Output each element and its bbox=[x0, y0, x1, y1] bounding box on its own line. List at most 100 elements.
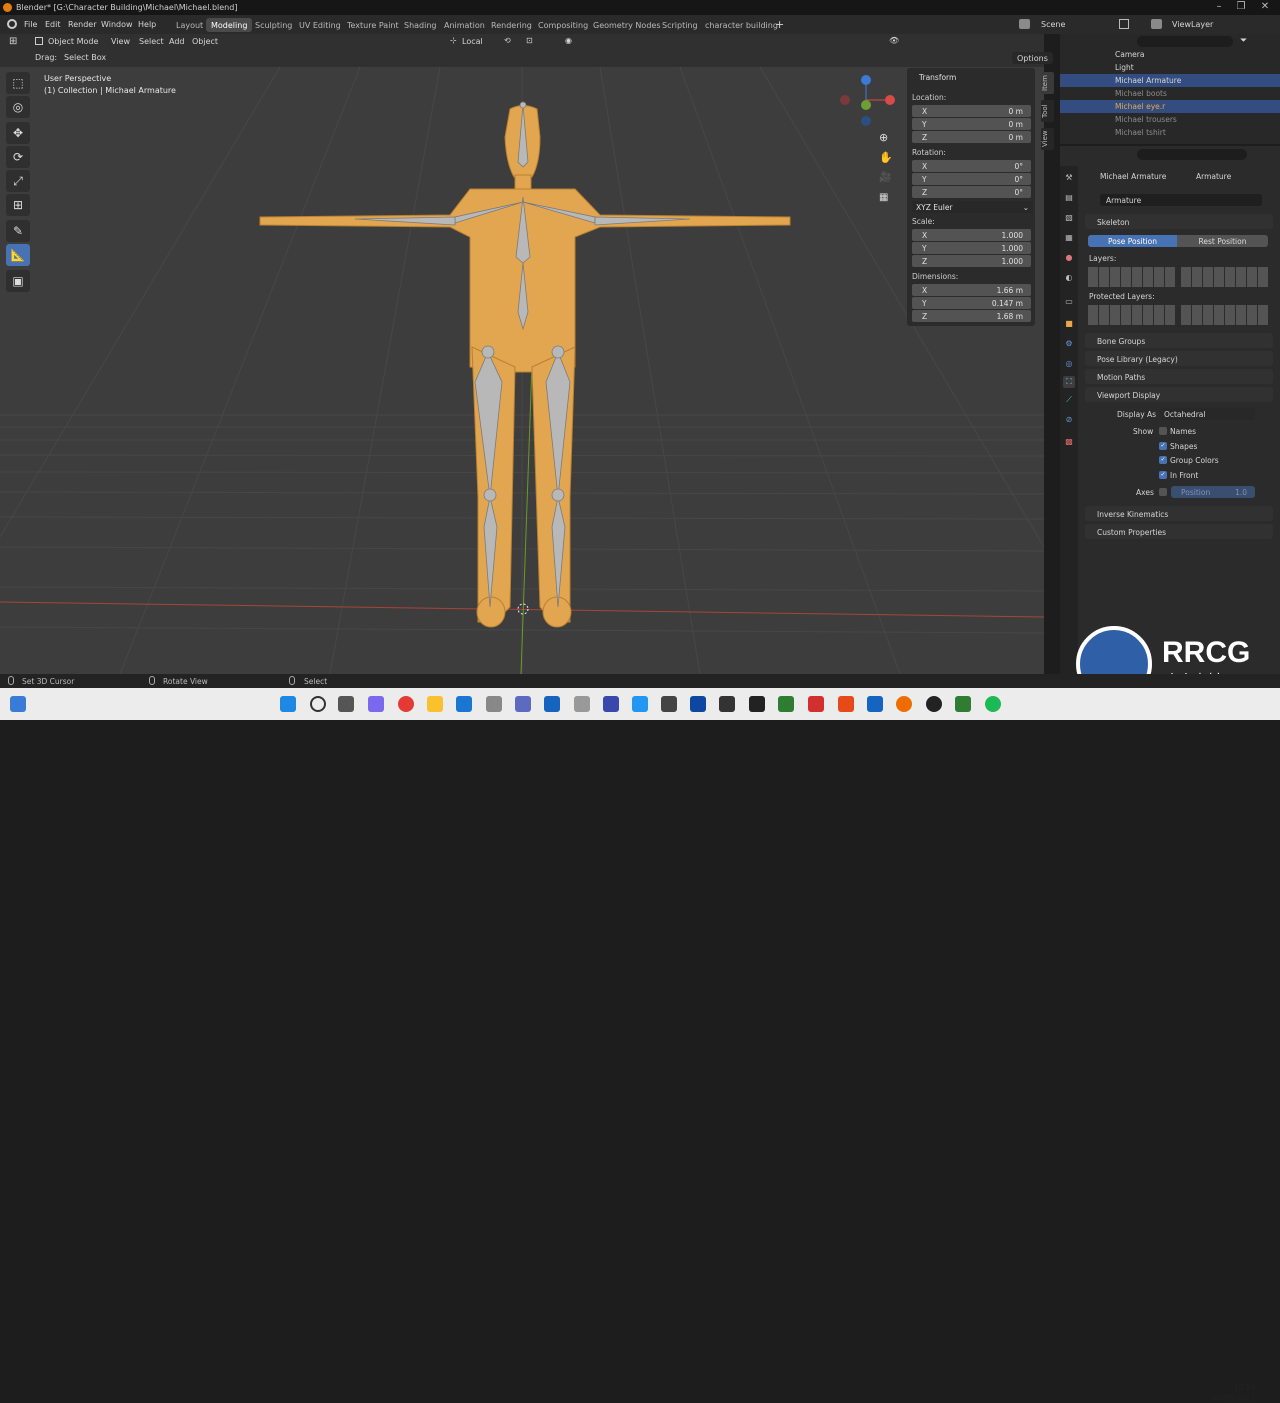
tab-item[interactable]: Item bbox=[1041, 72, 1054, 94]
tab-animation[interactable]: Animation bbox=[439, 18, 490, 32]
editor-type-icon[interactable]: ⊞ bbox=[9, 36, 17, 47]
custom-properties-panel-header[interactable]: Custom Properties bbox=[1085, 524, 1273, 539]
armature-data-tab-icon[interactable]: ⛶ bbox=[1063, 376, 1075, 388]
chat-icon[interactable] bbox=[368, 696, 384, 712]
tab-view[interactable]: View bbox=[1041, 128, 1054, 150]
add-workspace-button[interactable]: + bbox=[775, 18, 784, 31]
tab-tool[interactable]: Tool bbox=[1041, 100, 1054, 122]
copy-scene-icon[interactable] bbox=[1119, 19, 1129, 29]
start-icon[interactable] bbox=[280, 696, 296, 712]
rotation-x-field[interactable]: X 0° bbox=[912, 160, 1031, 172]
taskbar-time[interactable]: 10:56 bbox=[1234, 1383, 1256, 1392]
outliner-row-michael-eye-r[interactable]: Michael eye.r bbox=[1060, 100, 1280, 113]
measure-tool-icon[interactable]: 📐 bbox=[6, 244, 30, 266]
tab-scripting[interactable]: Scripting bbox=[657, 18, 703, 32]
group-colors-checkbox[interactable]: ✓ bbox=[1159, 456, 1167, 464]
teams-icon[interactable] bbox=[603, 696, 619, 712]
add-cube-tool-icon[interactable]: ▣ bbox=[6, 270, 30, 292]
rotation-y-field[interactable]: Y 0° bbox=[912, 173, 1031, 185]
tab-layout[interactable]: Layout bbox=[171, 18, 208, 32]
grid-view-icon[interactable]: ▦ bbox=[879, 192, 888, 203]
drag-dropdown[interactable]: Select Box bbox=[64, 53, 106, 62]
view-layer-selector[interactable]: ViewLayer bbox=[1172, 20, 1213, 29]
select-box-tool-icon[interactable]: ⬚ bbox=[6, 72, 30, 94]
xbox-icon[interactable] bbox=[955, 696, 971, 712]
orientation-dropdown[interactable]: Local bbox=[462, 37, 483, 46]
capcut-icon[interactable] bbox=[749, 696, 765, 712]
tab-modeling[interactable]: Modeling bbox=[206, 18, 253, 32]
mode-dropdown[interactable]: Object Mode bbox=[48, 37, 98, 46]
pose-position-button[interactable]: Pose Position bbox=[1088, 235, 1177, 247]
file-explorer-icon[interactable] bbox=[427, 696, 443, 712]
chrome-icon[interactable] bbox=[398, 696, 414, 712]
axes-checkbox[interactable] bbox=[1159, 488, 1167, 496]
maximize-button[interactable]: ❐ bbox=[1230, 1, 1252, 12]
pose-library-panel-header[interactable]: Pose Library (Legacy) bbox=[1085, 351, 1273, 366]
world-tab-icon[interactable]: ◐ bbox=[1063, 272, 1075, 284]
visibility-icon[interactable]: 👁 bbox=[889, 36, 899, 45]
tab-texture-paint[interactable]: Texture Paint bbox=[342, 18, 404, 32]
store-icon[interactable] bbox=[544, 696, 560, 712]
headphones-icon[interactable] bbox=[515, 696, 531, 712]
search-icon[interactable] bbox=[310, 696, 326, 712]
spotify-icon[interactable] bbox=[985, 696, 1001, 712]
scene-tab-icon[interactable]: ● bbox=[1063, 252, 1075, 264]
tab-rendering[interactable]: Rendering bbox=[486, 18, 537, 32]
outliner-row-michael-tshirt[interactable]: Michael tshirt bbox=[1060, 126, 1280, 139]
rest-position-button[interactable]: Rest Position bbox=[1177, 235, 1268, 247]
cursor-tool-icon[interactable]: ◎ bbox=[6, 96, 30, 118]
menu-view[interactable]: View bbox=[111, 37, 130, 46]
photos-icon[interactable] bbox=[456, 696, 472, 712]
scale-z-field[interactable]: Z 1.000 bbox=[912, 255, 1031, 267]
display-as-dropdown[interactable]: Octahedral bbox=[1160, 408, 1255, 420]
outliner-search-input[interactable] bbox=[1137, 36, 1233, 47]
collection-tab-icon[interactable]: ▭ bbox=[1063, 296, 1075, 308]
location-x-field[interactable]: X0 m bbox=[912, 105, 1031, 117]
transform-panel-title[interactable]: Transform bbox=[919, 73, 956, 82]
motion-paths-panel-header[interactable]: Motion Paths bbox=[1085, 369, 1273, 384]
outliner-row-michael-armature[interactable]: Michael Armature bbox=[1060, 74, 1280, 87]
location-y-field[interactable]: Y0 m bbox=[912, 118, 1031, 130]
dimensions-y-field[interactable]: Y 0.147 m bbox=[912, 297, 1031, 309]
output-tab-icon[interactable]: ▧ bbox=[1063, 212, 1075, 224]
pivot-icon[interactable]: ⟲ bbox=[504, 36, 511, 45]
minimize-button[interactable]: – bbox=[1208, 1, 1230, 12]
tv-icon[interactable] bbox=[719, 696, 735, 712]
tab-uv-editing[interactable]: UV Editing bbox=[294, 18, 346, 32]
tab-sculpting[interactable]: Sculpting bbox=[250, 18, 297, 32]
screenshot-icon[interactable] bbox=[661, 696, 677, 712]
armature-data-name-field[interactable]: Armature bbox=[1100, 194, 1262, 206]
bone-groups-panel-header[interactable]: Bone Groups bbox=[1085, 333, 1273, 348]
protected-layers-grid[interactable] bbox=[1088, 305, 1175, 325]
camera-view-icon[interactable]: 🎥 bbox=[879, 172, 891, 183]
blender-menu-icon[interactable] bbox=[7, 19, 17, 29]
protected-layers-grid-2[interactable] bbox=[1181, 305, 1268, 325]
layers-grid-2[interactable] bbox=[1181, 267, 1268, 287]
proportional-edit-icon[interactable]: ◉ bbox=[565, 36, 572, 45]
zoom-app-icon[interactable] bbox=[632, 696, 648, 712]
bone-tab-icon[interactable]: ⟋ bbox=[1063, 394, 1075, 406]
inverse-kinematics-panel-header[interactable]: Inverse Kinematics bbox=[1085, 506, 1273, 521]
blender-taskbar-icon[interactable] bbox=[896, 696, 912, 712]
menu-render[interactable]: Render bbox=[68, 20, 96, 29]
modifier-tab-icon[interactable]: ⚙ bbox=[1063, 338, 1075, 350]
skeleton-panel-header[interactable]: Skeleton bbox=[1085, 214, 1273, 229]
task-view-icon[interactable] bbox=[338, 696, 354, 712]
menu-help[interactable]: Help bbox=[138, 20, 156, 29]
names-checkbox[interactable] bbox=[1159, 427, 1167, 435]
taskbar-date[interactable]: 04/09/2022 bbox=[1212, 1394, 1255, 1403]
view-layer-tab-icon[interactable]: ▦ bbox=[1063, 232, 1075, 244]
in-front-checkbox[interactable]: ✓ bbox=[1159, 471, 1167, 479]
scale-tool-icon[interactable]: ⤢ bbox=[6, 170, 30, 192]
dimensions-z-field[interactable]: Z 1.68 m bbox=[912, 310, 1031, 322]
scale-y-field[interactable]: Y 1.000 bbox=[912, 242, 1031, 254]
viewport-display-panel-header[interactable]: Viewport Display bbox=[1085, 387, 1273, 402]
filter-icon[interactable]: ⏷ bbox=[1240, 36, 1247, 46]
bone-constraint-tab-icon[interactable]: ⊘ bbox=[1063, 414, 1075, 426]
tab-compositing[interactable]: Compositing bbox=[533, 18, 593, 32]
translator-icon[interactable] bbox=[574, 696, 590, 712]
object-tab-icon[interactable]: ■ bbox=[1063, 318, 1075, 330]
excel-icon[interactable] bbox=[778, 696, 794, 712]
rotate-tool-icon[interactable]: ⟳ bbox=[6, 146, 30, 168]
menu-select[interactable]: Select bbox=[139, 37, 164, 46]
